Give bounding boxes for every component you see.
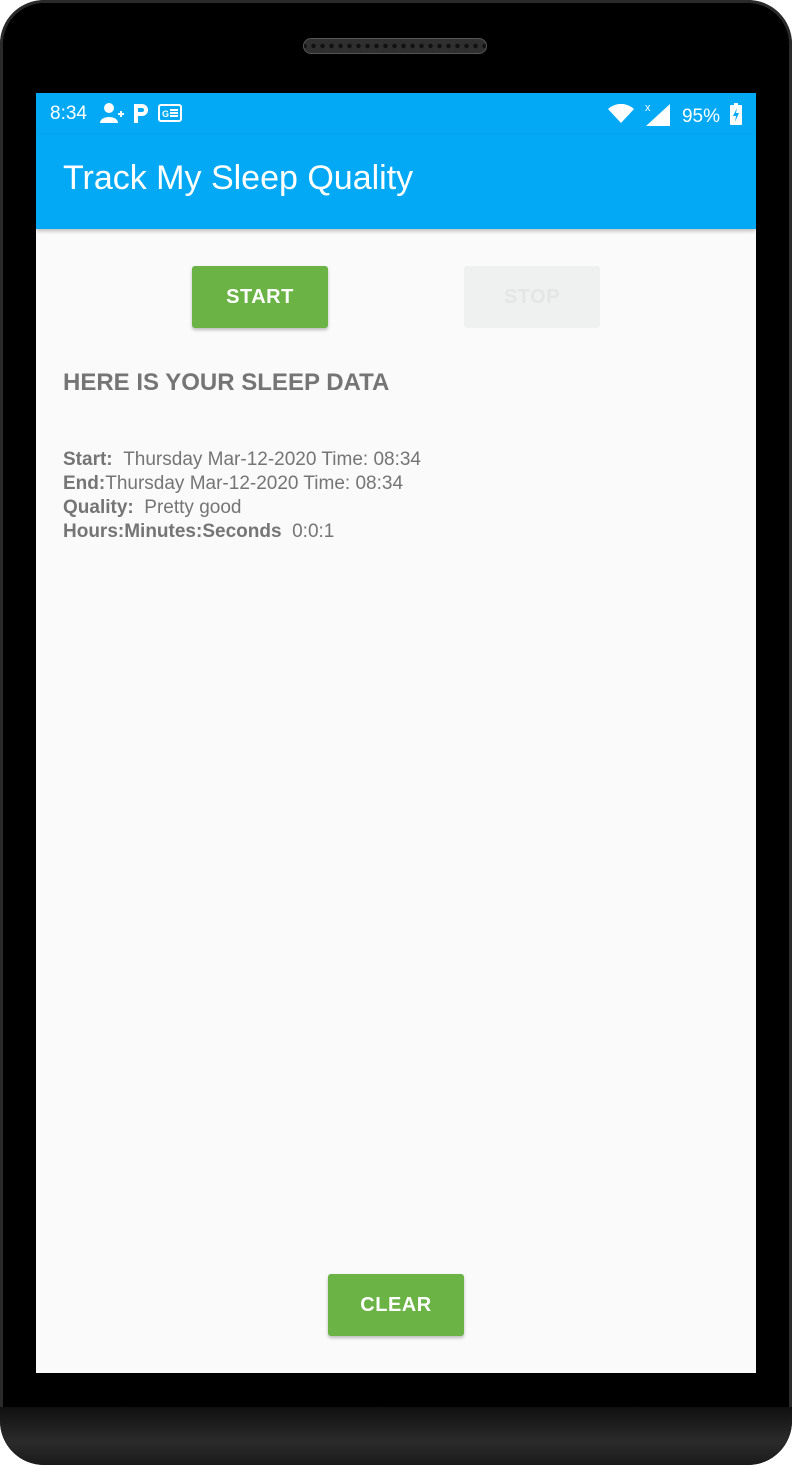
duration-row: Hours:Minutes:Seconds 0:0:1 <box>63 520 421 544</box>
battery-percent: 95% <box>681 105 720 127</box>
svg-text:G: G <box>162 109 169 119</box>
start-button[interactable]: START <box>192 266 328 328</box>
phone-bottom-bezel <box>0 1407 792 1465</box>
sleep-data-heading: HERE IS YOUR SLEEP DATA <box>63 369 390 396</box>
wifi-icon <box>607 103 634 129</box>
quality-row: Quality: Pretty good <box>63 496 421 520</box>
quality-label: Quality: <box>63 497 134 518</box>
battery-charging-icon <box>730 103 742 130</box>
app-title: Track My Sleep Quality <box>63 159 414 197</box>
person-add-icon <box>100 102 124 129</box>
end-label: End: <box>63 473 106 494</box>
clear-button[interactable]: CLEAR <box>328 1274 464 1336</box>
screen: 8:34 G x 95% Track My Sleep Quality STAR… <box>36 93 756 1373</box>
end-value: Thursday Mar-12-2020 Time: 08:34 <box>105 473 404 494</box>
p-icon <box>132 102 150 129</box>
status-time: 8:34 <box>50 103 87 124</box>
start-label: Start: <box>63 449 113 470</box>
status-notification-icons: G <box>100 102 182 129</box>
status-bar: 8:34 G x 95% <box>36 93 756 135</box>
svg-text:x: x <box>645 102 651 114</box>
sleep-data-details: Start: Thursday Mar-12-2020 Time: 08:34 … <box>63 448 421 544</box>
signal-icon: x <box>644 101 672 132</box>
start-row: Start: Thursday Mar-12-2020 Time: 08:34 <box>63 448 421 472</box>
app-bar: Track My Sleep Quality <box>36 135 756 229</box>
phone-frame: 8:34 G x 95% Track My Sleep Quality STAR… <box>0 0 792 1465</box>
stop-button[interactable]: STOP <box>464 266 600 328</box>
duration-value: 0:0:1 <box>292 521 335 542</box>
end-row: End:Thursday Mar-12-2020 Time: 08:34 <box>63 472 421 496</box>
status-system-icons: x 95% <box>607 101 742 132</box>
quality-value: Pretty good <box>144 497 242 518</box>
start-value: Thursday Mar-12-2020 Time: 08:34 <box>123 449 421 470</box>
duration-label: Hours:Minutes:Seconds <box>63 521 282 542</box>
ge-icon: G <box>158 104 182 127</box>
earpiece-speaker <box>303 38 487 54</box>
